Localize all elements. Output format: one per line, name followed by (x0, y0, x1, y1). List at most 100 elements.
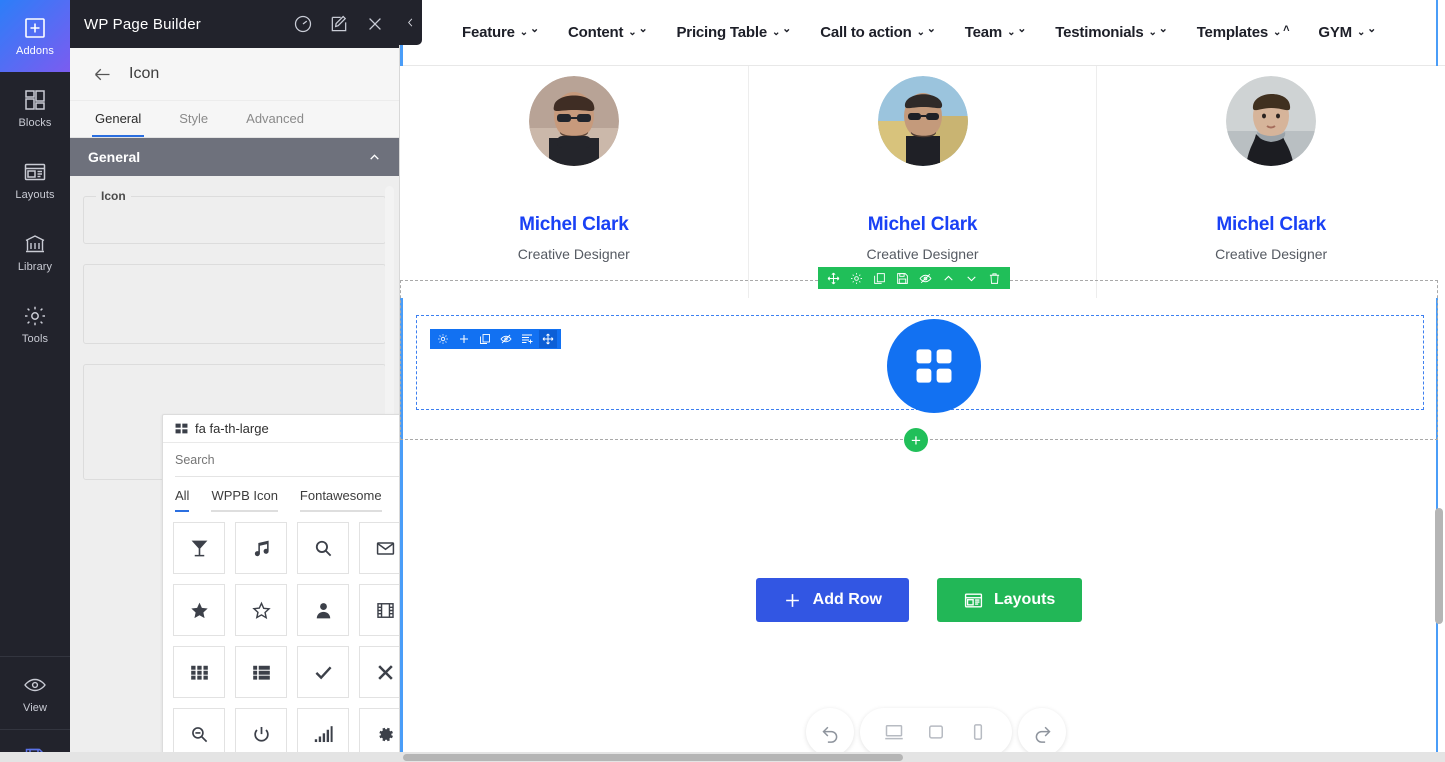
eye-slash-icon[interactable] (500, 333, 512, 345)
mobile-icon[interactable] (968, 722, 988, 742)
chevron-down-sup-icon: ⌄ (927, 24, 936, 35)
chevron-up-icon[interactable] (368, 151, 381, 164)
chevron-up-sup-icon: ˄ (1283, 24, 1289, 35)
icon-search-wrap (175, 451, 399, 477)
search-minus-icon (190, 725, 209, 744)
avatar (1226, 76, 1316, 166)
tab-advanced[interactable]: Advanced (243, 111, 307, 137)
icon-cell-times[interactable] (359, 646, 399, 698)
rail-item-library[interactable]: Library (0, 216, 70, 288)
nav-item-gym[interactable]: GYM ⌄ ⌄ (1318, 24, 1376, 41)
gear-icon[interactable] (437, 333, 449, 345)
nav-item-team[interactable]: Team ⌄ ⌄ (965, 24, 1027, 41)
nav-item-pricing-table[interactable]: Pricing Table ⌄ ⌄ (677, 24, 792, 41)
move-icon[interactable] (539, 330, 557, 348)
chevron-down-icon[interactable] (965, 272, 978, 285)
member-name: Michel Clark (1216, 214, 1326, 236)
edit-square-icon[interactable] (329, 14, 349, 34)
column-toolbar (430, 329, 561, 349)
gear-icon[interactable] (850, 272, 863, 285)
horizontal-scrollbar-thumb[interactable] (403, 754, 903, 761)
builder-row[interactable] (400, 280, 1438, 440)
rail-item-layouts[interactable]: Layouts (0, 144, 70, 216)
layouts-button[interactable]: Layouts (937, 578, 1082, 622)
save-icon[interactable] (896, 272, 909, 285)
chevron-down-icon: ⌄ (917, 24, 925, 41)
section-header-general[interactable]: General (70, 138, 399, 176)
add-column-icon[interactable] (521, 333, 533, 345)
tab-style[interactable]: Style (176, 111, 211, 137)
eye-slash-icon[interactable] (919, 272, 932, 285)
check-icon (314, 663, 333, 682)
nav-item-feature[interactable]: Feature ⌄ ⌄ (462, 24, 539, 41)
copy-icon[interactable] (479, 333, 491, 345)
icon-cell-star-outline[interactable] (235, 584, 287, 636)
team-card-1[interactable]: Michel Clark Creative Designer (400, 66, 749, 298)
panel-header-actions (293, 14, 385, 34)
gear-icon (23, 304, 47, 328)
library-building-icon (23, 232, 47, 256)
rail-item-addons[interactable]: Addons (0, 0, 70, 72)
chevron-left-icon (405, 17, 416, 28)
chevron-down-icon: ⌄ (520, 24, 528, 41)
rail-label-tools: Tools (22, 333, 48, 345)
section-title: General (88, 149, 140, 165)
icon-cell-search[interactable] (297, 522, 349, 574)
cog-icon (376, 725, 395, 744)
icon-cell-user[interactable] (297, 584, 349, 636)
nav-label-team: Team (965, 24, 1002, 41)
plus-icon[interactable] (458, 333, 470, 345)
icon-picker-value-row[interactable]: fa fa-th-large × (163, 415, 399, 443)
undo-button[interactable] (806, 708, 854, 756)
desktop-icon[interactable] (884, 722, 904, 742)
nav-item-call-to-action[interactable]: Call to action ⌄ ⌄ (820, 24, 936, 41)
icon-cell-envelope[interactable] (359, 522, 399, 574)
canvas-vertical-scrollbar[interactable] (1435, 508, 1443, 624)
nav-item-templates[interactable]: Templates ⌄ ˄ (1197, 24, 1290, 41)
chevron-down-icon: ⌄ (1007, 24, 1015, 41)
horizontal-scrollbar-track[interactable] (0, 752, 1445, 762)
icon-cell-th[interactable] (173, 646, 225, 698)
copy-icon[interactable] (873, 272, 886, 285)
icon-cell-star[interactable] (173, 584, 225, 636)
move-icon[interactable] (827, 272, 840, 285)
icon-cell-th-list[interactable] (235, 646, 287, 698)
icon-cell-music[interactable] (235, 522, 287, 574)
tablet-icon[interactable] (926, 722, 946, 742)
chevron-down-sup-icon: ⌄ (1017, 24, 1026, 35)
search-input[interactable] (175, 453, 399, 467)
icon-cell-film[interactable] (359, 584, 399, 636)
nav-item-content[interactable]: Content ⌄ ⌄ (568, 24, 647, 41)
rail-label-blocks: Blocks (19, 117, 52, 129)
left-rail: Addons Blocks Layouts (0, 0, 70, 762)
tab-general[interactable]: General (92, 111, 144, 137)
avatar (878, 76, 968, 166)
back-arrow-icon[interactable] (92, 64, 113, 85)
icon-tab-fontawesome[interactable]: Fontawesome (300, 488, 382, 512)
rail-label-library: Library (18, 261, 52, 273)
redo-icon (1032, 722, 1053, 743)
panel-collapse-button[interactable] (398, 0, 422, 45)
nav-item-testimonials[interactable]: Testimonials ⌄ ⌄ (1055, 24, 1167, 41)
nav-label-testimonials: Testimonials (1055, 24, 1143, 41)
add-row-button[interactable]: Add Row (756, 578, 909, 622)
icon-picker-dropdown: fa fa-th-large × All WPPB Icon Fontaweso… (162, 414, 399, 762)
team-card-3[interactable]: Michel Clark Creative Designer (1097, 66, 1445, 298)
icon-tab-wppb[interactable]: WPPB Icon (211, 488, 277, 512)
team-card-2[interactable]: Michel Clark Creative Designer (749, 66, 1098, 298)
tachometer-icon[interactable] (293, 14, 313, 34)
member-role: Creative Designer (1215, 246, 1327, 262)
icon-widget[interactable] (887, 319, 981, 413)
icon-tab-all[interactable]: All (175, 488, 189, 512)
trash-icon[interactable] (988, 272, 1001, 285)
rail-item-blocks[interactable]: Blocks (0, 72, 70, 144)
rail-item-tools[interactable]: Tools (0, 288, 70, 360)
redo-button[interactable] (1018, 708, 1066, 756)
add-element-button[interactable]: + (904, 428, 928, 452)
chevron-up-icon[interactable] (942, 272, 955, 285)
rail-item-view[interactable]: View (0, 657, 70, 729)
icon-cell-check[interactable] (297, 646, 349, 698)
icon-cell-glass[interactable] (173, 522, 225, 574)
close-x-icon[interactable] (365, 14, 385, 34)
builder-column[interactable] (416, 315, 1424, 410)
